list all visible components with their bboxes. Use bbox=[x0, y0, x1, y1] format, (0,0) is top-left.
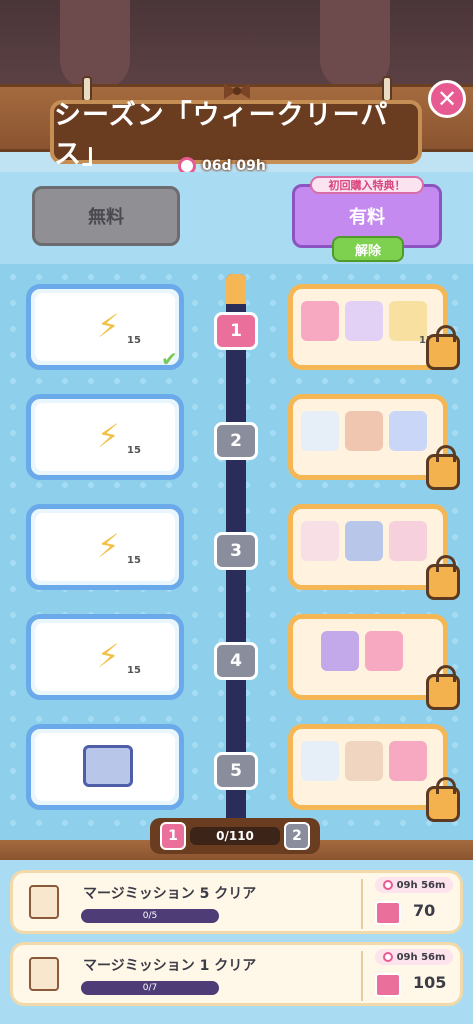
dress-icon bbox=[301, 741, 339, 781]
close-icon: ✕ bbox=[436, 85, 458, 113]
mission-time-text: 09h 56m bbox=[396, 879, 446, 891]
level-badge: 4 bbox=[214, 642, 258, 680]
close-button[interactable]: ✕ bbox=[428, 80, 466, 118]
energy-icon: ⚡ bbox=[97, 527, 120, 565]
reward-row: ⚡ 15 ✔ 1 150 bbox=[0, 284, 473, 380]
mission-progress-text: 0/5 bbox=[142, 911, 158, 921]
next-level-badge: 2 bbox=[284, 822, 310, 850]
clock-icon bbox=[382, 880, 393, 890]
unlock-label: 解除 bbox=[354, 243, 381, 259]
level-badge: 3 bbox=[214, 532, 258, 570]
paid-reward-card[interactable] bbox=[288, 614, 448, 700]
lock-icon bbox=[426, 445, 460, 490]
first-purchase-label: 初回購入特典！ bbox=[328, 179, 406, 192]
calendar-icon bbox=[375, 901, 401, 925]
paid-reward-card[interactable] bbox=[288, 394, 448, 480]
level-badge: 1 bbox=[214, 312, 258, 350]
level-badge: 2 bbox=[214, 422, 258, 460]
reward-list[interactable]: ⚡ 15 ✔ 1 150 ⚡ 15 2 bbox=[0, 264, 473, 844]
energy-icon: ⚡ bbox=[97, 307, 120, 345]
balloons-icon bbox=[389, 411, 427, 451]
mission-progress-bar: 0/7 bbox=[81, 981, 219, 995]
mission-list[interactable]: マージミッション 5 クリア 0/5 09h 56m 70 マージミッション 1… bbox=[0, 860, 473, 1024]
reward-row: ⚡ 15 4 bbox=[0, 614, 473, 710]
curtain-decoration bbox=[60, 0, 130, 90]
first-purchase-badge: 初回購入特典！ bbox=[310, 176, 424, 194]
chest-icon bbox=[83, 745, 133, 787]
lock-icon bbox=[426, 555, 460, 600]
mission-item[interactable]: マージミッション 5 クリア 0/5 09h 56m 70 bbox=[10, 870, 463, 934]
free-reward-qty: 15 bbox=[127, 445, 141, 456]
reward-row: 5 bbox=[0, 724, 473, 822]
free-reward-card[interactable] bbox=[26, 724, 184, 810]
mission-timer: 09h 56m bbox=[375, 877, 453, 893]
scissors-icon bbox=[345, 301, 383, 341]
lock-icon bbox=[426, 665, 460, 710]
lock-icon bbox=[426, 777, 460, 822]
free-reward-card[interactable]: ⚡ 15 bbox=[26, 504, 184, 590]
divider bbox=[361, 879, 363, 929]
energy-icon: ⚡ bbox=[97, 637, 120, 675]
paid-tier-label: 有料 bbox=[349, 207, 385, 228]
claimed-check-icon: ✔ bbox=[161, 347, 178, 371]
milk-bottle-icon bbox=[389, 521, 427, 561]
chest-icon bbox=[345, 521, 383, 561]
gift-box-icon bbox=[389, 741, 427, 781]
mission-points: 70 bbox=[413, 901, 436, 920]
free-tier-ticket: 無料 bbox=[32, 186, 180, 246]
gift-bag-icon bbox=[321, 631, 359, 671]
gift-box-icon bbox=[301, 301, 339, 341]
curtain-decoration bbox=[320, 0, 390, 90]
lock-icon bbox=[426, 325, 460, 370]
mission-progress-bar: 0/5 bbox=[81, 909, 219, 923]
level-badge: 5 bbox=[214, 752, 258, 790]
skirt-icon bbox=[345, 411, 383, 451]
clipboard-icon bbox=[29, 885, 59, 919]
free-reward-card[interactable]: ⚡ 15 bbox=[26, 394, 184, 480]
reward-row: ⚡ 15 2 bbox=[0, 394, 473, 490]
dress-icon bbox=[301, 411, 339, 451]
mission-progress-text: 0/7 bbox=[142, 983, 158, 993]
paid-reward-card[interactable]: 150 bbox=[288, 284, 448, 370]
paid-reward-card[interactable] bbox=[288, 504, 448, 590]
free-reward-qty: 15 bbox=[127, 335, 141, 346]
progress-track: 0/110 bbox=[190, 827, 280, 845]
pass-progress-bar: 1 0/110 2 bbox=[150, 818, 320, 854]
paid-reward-card[interactable] bbox=[288, 724, 448, 810]
free-reward-qty: 15 bbox=[127, 555, 141, 566]
mission-time-text: 09h 56m bbox=[396, 951, 446, 963]
progress-text: 0/110 bbox=[216, 829, 254, 843]
divider bbox=[361, 951, 363, 1001]
free-reward-card[interactable]: ⚡ 15 bbox=[26, 614, 184, 700]
mission-title: マージミッション 1 クリア bbox=[83, 958, 257, 974]
free-tier-label: 無料 bbox=[88, 207, 124, 228]
clipboard-icon bbox=[29, 957, 59, 991]
free-reward-qty: 15 bbox=[127, 665, 141, 676]
calendar-icon bbox=[375, 973, 401, 997]
shopping-cart-icon bbox=[365, 631, 403, 671]
reward-row: ⚡ 15 3 bbox=[0, 504, 473, 600]
mission-points: 105 bbox=[413, 973, 447, 992]
energy-icon: ⚡ bbox=[97, 417, 120, 455]
mission-item[interactable]: マージミッション 1 クリア 0/7 09h 56m 105 bbox=[10, 942, 463, 1006]
free-reward-card[interactable]: ⚡ 15 ✔ bbox=[26, 284, 184, 371]
current-level-badge: 1 bbox=[160, 822, 186, 850]
mission-title: マージミッション 5 クリア bbox=[83, 886, 257, 902]
sweater-icon bbox=[345, 741, 383, 781]
title-plate: シーズン「ウィークリーパス」 bbox=[50, 100, 422, 170]
mission-timer: 09h 56m bbox=[375, 949, 453, 965]
bottle-icon bbox=[301, 521, 339, 561]
unlock-button[interactable]: 解除 bbox=[332, 236, 404, 262]
clock-icon bbox=[382, 952, 393, 962]
